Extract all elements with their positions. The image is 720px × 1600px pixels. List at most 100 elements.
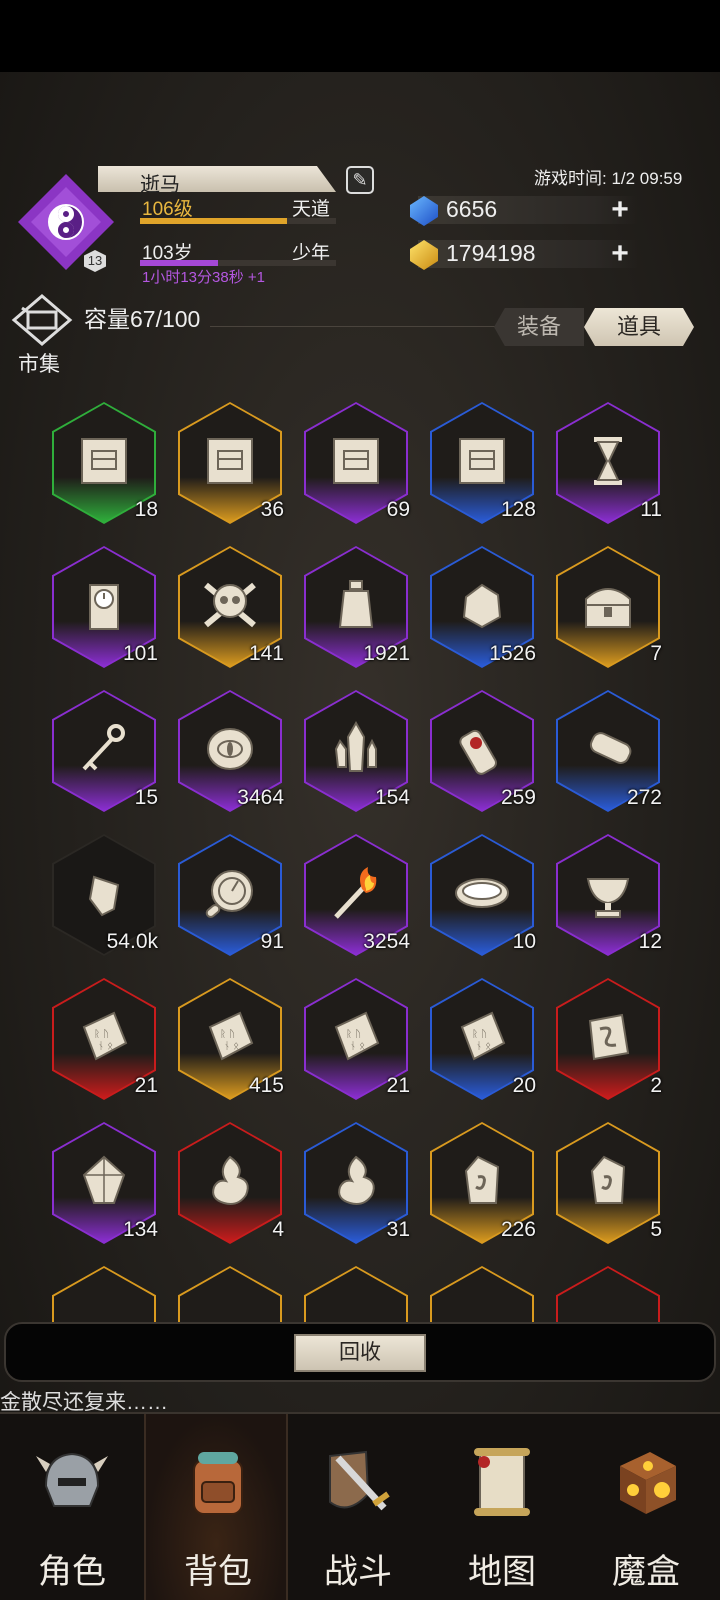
inventory-slot[interactable]: 1526 [430,546,536,668]
inventory-slot[interactable]: 226 [430,1122,536,1244]
inventory-slot-partial[interactable] [52,1266,156,1322]
backpack-icon [178,1442,258,1522]
item-count: 21 [134,1074,158,1097]
skull-icon [200,575,260,635]
avatar-badge: 13 [84,250,106,272]
rune-crystal-icon [578,1151,638,1211]
svg-text:ᚾ ᛟ: ᚾ ᛟ [476,1041,491,1052]
item-count: 141 [248,642,284,665]
svg-text:ᚱ ᚢ: ᚱ ᚢ [94,1029,109,1040]
name-plate [98,166,336,192]
player-level: 106级 [142,199,193,220]
market-cart-icon[interactable] [10,294,74,346]
svg-text:ᚱ ᚢ: ᚱ ᚢ [220,1029,235,1040]
inventory-slot[interactable]: 5 [556,1122,662,1244]
inventory-slot[interactable]: 11 [556,402,662,524]
stone-icon [452,575,512,635]
sealed-scroll-icon [452,719,512,779]
inventory-slot-partial[interactable] [178,1266,282,1322]
item-count: 134 [122,1218,158,1241]
nav-item-1[interactable]: 背包 [144,1414,288,1600]
item-count: 226 [500,1218,536,1241]
map-scroll-icon [74,431,134,491]
slot-background [180,1268,280,1322]
inventory-slot[interactable]: 91 [178,834,284,956]
inventory-slot[interactable]: 12 [556,834,662,956]
inventory-slot[interactable]: 36 [178,402,284,524]
inventory-slot[interactable]: ᚱ ᚢᚾ ᛟ 21 [304,978,410,1100]
item-count: 54.0k [106,930,158,953]
nav-label: 角色 [38,1553,106,1591]
inventory-slot[interactable]: ᚱ ᚢᚾ ᛟ 20 [430,978,536,1100]
inventory-slot[interactable]: 101 [52,546,158,668]
market-label[interactable]: 市集 [18,348,60,378]
torch-icon [326,863,386,923]
add-gold-button[interactable]: + [608,239,632,269]
inventory-slot[interactable]: 128 [430,402,536,524]
nav-item-0[interactable]: 角色 [0,1414,144,1600]
treasure-chest-icon [578,575,638,635]
inventory-slot[interactable]: 54.0k [52,834,158,956]
nav-label: 魔盒 [612,1553,680,1591]
inventory-slot[interactable]: 259 [430,690,536,812]
inventory-slot[interactable]: 3254 [304,834,410,956]
add-gems-button[interactable]: + [608,195,632,225]
nav-item-2[interactable]: 战斗 [286,1414,430,1600]
item-count: 15 [134,786,158,809]
item-count: 5 [650,1218,662,1241]
divider [210,326,510,327]
item-count: 1526 [489,642,536,665]
crystal-icon [326,719,386,779]
map-scroll-icon [200,431,260,491]
inventory-slot[interactable]: 1921 [304,546,410,668]
inventory-slot[interactable]: 10 [430,834,536,956]
gold-value: 1794198 [446,240,536,266]
status-bar [0,0,720,72]
inventory-slot[interactable]: 272 [556,690,662,812]
bag-capacity: 容量67/100 [84,306,201,332]
inventory-slot[interactable]: 18 [52,402,158,524]
rune-tablet-icon: ᚱ ᚢᚾ ᛟ [326,1007,386,1067]
sand-jar-icon [326,575,386,635]
inventory-slot[interactable]: 2 [556,978,662,1100]
inventory-slot[interactable]: 3464 [178,690,284,812]
inventory-slot[interactable]: 69 [304,402,410,524]
inventory-slot[interactable]: 141 [178,546,284,668]
inventory-slot-partial[interactable] [304,1266,408,1322]
nav-item-4[interactable]: 魔盒 [574,1414,718,1600]
map-scroll-icon [462,1442,542,1522]
inventory-slot-partial[interactable] [556,1266,660,1322]
inventory-slot[interactable]: 4 [178,1122,284,1244]
inventory-slot[interactable]: ᚱ ᚢᚾ ᛟ 21 [52,978,158,1100]
tab-equip[interactable]: 装备 [494,308,584,346]
inventory-slot[interactable]: 134 [52,1122,158,1244]
inventory-slot[interactable]: 31 [304,1122,410,1244]
svg-text:ᚾ ᛟ: ᚾ ᛟ [224,1041,239,1052]
item-count: 31 [386,1218,410,1241]
item-count: 11 [640,498,662,521]
eye-stone-icon [200,719,260,779]
edit-name-button[interactable]: ✎ [346,166,374,194]
inventory-slot-partial[interactable] [430,1266,534,1322]
inventory-slot[interactable]: 154 [304,690,410,812]
svg-text:ᚱ ᚢ: ᚱ ᚢ [472,1029,487,1040]
inventory-slot[interactable]: 15 [52,690,158,812]
item-count: 415 [248,1074,284,1097]
slot-background [54,1268,154,1322]
tab-items[interactable]: 道具 [584,308,694,346]
nav-label: 背包 [184,1553,252,1591]
recycle-button[interactable]: 回收 [294,1334,426,1372]
regen-timer: 1小时13分38秒 +1 [142,269,265,286]
nav-item-3[interactable]: 地图 [430,1414,574,1600]
item-count: 21 [386,1074,410,1097]
hourglass-icon [578,431,638,491]
compass-icon [200,863,260,923]
item-count: 101 [122,642,158,665]
item-count: 20 [512,1074,536,1097]
inventory-slot[interactable]: ᚱ ᚢᚾ ᛟ 415 [178,978,284,1100]
item-count: 1921 [363,642,410,665]
inventory-slot[interactable]: 7 [556,546,662,668]
item-count: 7 [650,642,662,665]
item-count: 69 [386,498,410,521]
key-icon [74,719,134,779]
